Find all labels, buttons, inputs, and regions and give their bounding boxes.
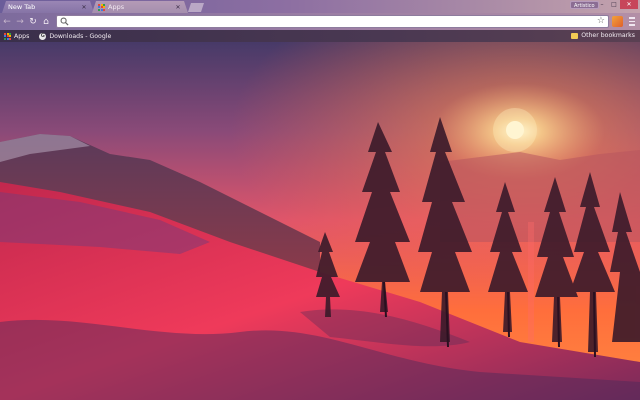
folder-icon bbox=[571, 32, 579, 39]
bookmark-apps[interactable]: Apps bbox=[4, 32, 30, 40]
tab-apps[interactable]: Apps ✕ bbox=[92, 1, 188, 13]
profile-button[interactable]: Artistico bbox=[570, 1, 599, 9]
other-bookmarks[interactable]: Other bookmarks bbox=[571, 32, 635, 39]
tab-strip: New Tab ✕ Apps ✕ Artistico – □ ✕ bbox=[0, 0, 640, 13]
bookmark-star-icon[interactable]: ☆ bbox=[597, 16, 605, 27]
apps-grid-icon bbox=[4, 32, 11, 40]
tab-label: New Tab bbox=[8, 3, 36, 11]
close-window-button[interactable]: ✕ bbox=[620, 0, 638, 9]
new-tab-button[interactable] bbox=[188, 3, 204, 12]
omnibox[interactable]: ☆ bbox=[56, 15, 609, 28]
theme-background bbox=[0, 42, 640, 400]
maximize-button[interactable]: □ bbox=[608, 0, 620, 9]
sunset-landscape-image bbox=[0, 42, 640, 400]
apps-grid-icon bbox=[98, 4, 105, 11]
window-controls: – □ ✕ bbox=[596, 0, 638, 9]
tab-label: Apps bbox=[108, 3, 125, 11]
menu-icon[interactable] bbox=[628, 16, 636, 27]
back-button[interactable]: ← bbox=[1, 16, 13, 28]
toolbar: ← → ↻ ⌂ ☆ bbox=[0, 13, 640, 30]
tab-new-tab[interactable]: New Tab ✕ bbox=[2, 1, 94, 13]
other-bookmarks-label: Other bookmarks bbox=[581, 32, 635, 39]
reload-button[interactable]: ↻ bbox=[27, 16, 39, 28]
home-button[interactable]: ⌂ bbox=[40, 16, 52, 28]
search-icon bbox=[60, 17, 69, 26]
address-input[interactable] bbox=[71, 16, 591, 27]
close-icon[interactable]: ✕ bbox=[80, 4, 88, 11]
bookmark-downloads[interactable]: G Downloads - Google bbox=[39, 32, 112, 40]
extension-icon[interactable] bbox=[612, 16, 623, 27]
bookmarks-bar: Apps G Downloads - Google Other bookmark… bbox=[0, 30, 640, 42]
forward-button[interactable]: → bbox=[14, 16, 26, 28]
minimize-button[interactable]: – bbox=[596, 0, 608, 9]
bookmark-label: Downloads - Google bbox=[49, 32, 112, 40]
bookmark-label: Apps bbox=[14, 32, 30, 40]
google-icon: G bbox=[39, 32, 47, 40]
close-icon[interactable]: ✕ bbox=[174, 4, 182, 11]
